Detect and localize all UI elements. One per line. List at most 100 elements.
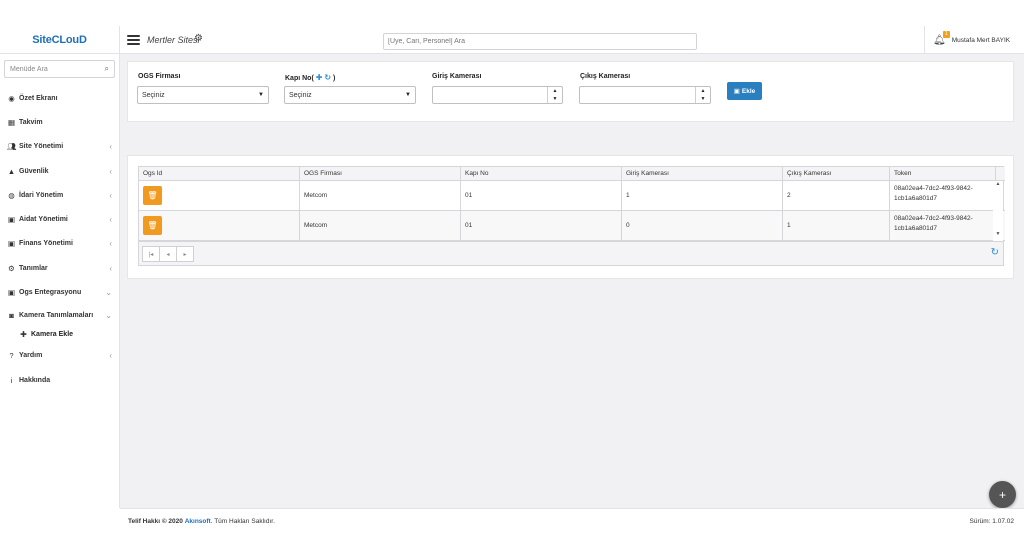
sidebar-item-kamera-tanimlamalari[interactable]: ◙ Kamera Tanımlamaları ⌄ xyxy=(0,305,120,326)
kapi-no-label-close: ) xyxy=(333,75,336,82)
global-search-input[interactable] xyxy=(383,33,697,50)
column-token[interactable]: Token xyxy=(890,167,996,180)
trash-icon: 🗑︎ xyxy=(147,191,158,200)
camera-icon: ◙ xyxy=(9,310,14,320)
first-page-icon[interactable]: |◂ xyxy=(142,246,160,262)
sidebar-item-kamera-ekle[interactable]: ✚ Kamera Ekle xyxy=(0,326,120,344)
grid-header: Ogs Id OGS Firması Kapı No Giriş Kameras… xyxy=(139,167,1005,181)
camera-form-panel: OGS Firması Seçiniz ▼ Kapı No( ✚ ↻ ) Seç… xyxy=(127,61,1014,122)
chevron-left-icon: ‹ xyxy=(109,166,112,176)
grid-scrollbar[interactable]: ▲ ▼ xyxy=(993,181,1003,241)
chevron-down-icon: ⌄ xyxy=(105,288,112,298)
search-icon[interactable]: ⌕ xyxy=(105,64,109,74)
chevron-left-icon: ‹ xyxy=(109,263,112,273)
cikis-kamerasi-input[interactable]: ▲ ▼ xyxy=(579,86,711,104)
money-icon: ▣ xyxy=(7,288,16,298)
lock-icon: ▲ xyxy=(7,166,16,176)
token-line: 1cb1a6a801d7 xyxy=(894,225,938,232)
stepper-up-icon[interactable]: ▲ xyxy=(696,87,710,95)
sidebar-item-ogs-entegrasyonu[interactable]: ▣ Ogs Entegrasyonu ⌄ xyxy=(0,280,120,304)
delete-button[interactable]: 🗑︎ xyxy=(143,186,162,205)
stepper-down-icon[interactable]: ▼ xyxy=(696,95,710,103)
giris-kamerasi-cell: 1 xyxy=(622,181,783,210)
table-row[interactable]: 🗑︎ Metcom 01 0 1 08a02ea4-7dc2-4f93-9842… xyxy=(139,211,1005,241)
sidebar-item-guvenlik[interactable]: ▲ Güvenlik ‹ xyxy=(0,159,120,183)
scroll-down-icon[interactable]: ▼ xyxy=(993,231,1003,237)
brand-link[interactable]: Akınsoft xyxy=(185,518,211,525)
menu-toggle-icon[interactable] xyxy=(127,35,140,45)
token-line: 1cb1a6a801d7 xyxy=(894,195,938,202)
gear-icon: ⚙ xyxy=(8,263,15,273)
calendar-icon: ▦ xyxy=(7,117,16,127)
add-fab-button[interactable]: + xyxy=(989,481,1016,508)
info-icon: i xyxy=(10,375,13,385)
token-cell: 08a02ea4-7dc2-4f93-9842- 1cb1a6a801d7 xyxy=(890,211,996,240)
logo-area[interactable]: SiteCLouD xyxy=(0,26,120,54)
giris-kamerasi-input[interactable]: ▲ ▼ xyxy=(432,86,563,104)
notification-badge: 1 xyxy=(942,30,950,38)
sidebar-item-label: Kamera Tanımlamaları xyxy=(19,311,94,319)
giris-kamerasi-cell: 0 xyxy=(622,211,783,240)
column-cikis-kamerasi[interactable]: Çıkış Kamerası xyxy=(783,167,890,180)
prev-page-icon[interactable]: ◂ xyxy=(159,246,177,262)
chevron-left-icon: ‹ xyxy=(109,215,112,225)
users-icon: 👥︎ xyxy=(6,142,17,152)
cikis-kamerasi-label: Çıkış Kamerası xyxy=(580,73,631,80)
logo: SiteCLouD xyxy=(32,34,87,46)
chevron-left-icon: ‹ xyxy=(109,239,112,249)
refresh-icon[interactable]: ↻ xyxy=(324,73,331,82)
sidebar-item-aidat-yonetimi[interactable]: ▣ Aidat Yönetimi ‹ xyxy=(0,207,120,231)
sidebar-nav: ◉ Özet Ekranı ▦ Takvim 👥︎ Site Yönetimi … xyxy=(0,86,120,392)
ogs-id-cell: 🗑︎ xyxy=(139,181,300,210)
delete-button[interactable]: 🗑︎ xyxy=(143,216,162,235)
user-name[interactable]: Mustafa Mert BAYIK xyxy=(952,37,1010,44)
column-giris-kamerasi[interactable]: Giriş Kamerası xyxy=(622,167,783,180)
plus-icon[interactable]: ✚ xyxy=(316,73,323,82)
trash-icon: 🗑︎ xyxy=(147,221,158,230)
kapi-no-select[interactable]: Seçiniz ▼ xyxy=(284,86,416,104)
money-icon: ▣ xyxy=(7,215,16,225)
sidebar-search-input[interactable]: Menüde Ara xyxy=(10,66,105,73)
table-row[interactable]: 🗑︎ Metcom 01 1 2 08a02ea4-7dc2-4f93-9842… xyxy=(139,181,1005,211)
sidebar-item-label: Site Yönetimi xyxy=(19,143,64,151)
ogs-firmasi-cell: Metcom xyxy=(300,181,461,210)
gear-icon[interactable]: ⚙ xyxy=(194,33,203,44)
user-area[interactable]: 🔔︎ 1 Mustafa Mert BAYIK xyxy=(924,26,1018,54)
token-line: 08a02ea4-7dc2-4f93-9842- xyxy=(894,215,973,222)
ogs-firmasi-select[interactable]: Seçiniz ▼ xyxy=(137,86,269,104)
kapi-no-cell: 01 xyxy=(461,181,622,210)
sidebar-item-label: İdari Yönetim xyxy=(19,191,64,199)
stepper-down-icon[interactable]: ▼ xyxy=(548,95,562,103)
sidebar-item-hakkinda[interactable]: i Hakkında xyxy=(0,368,120,392)
stepper-up-icon[interactable]: ▲ xyxy=(548,87,562,95)
sidebar-item-label: Güvenlik xyxy=(19,167,49,175)
column-kapi-no[interactable]: Kapı No xyxy=(461,167,622,180)
sidebar-search[interactable]: Menüde Ara ⌕ xyxy=(4,60,115,78)
top-bar: SiteCLouD Mertler Sitesi ⚙ 🔔︎1 Mustafa M… xyxy=(0,26,1024,54)
column-ogs-firmasi[interactable]: OGS Firması xyxy=(300,167,461,180)
sidebar-item-label: Kamera Ekle xyxy=(31,331,74,339)
sidebar-item-idari-yonetim[interactable]: ◍ İdari Yönetim ‹ xyxy=(0,183,120,207)
copyright-prefix: Telif Hakkı © 2020 xyxy=(128,518,183,525)
sidebar-item-finans-yonetimi[interactable]: ▣ Finans Yönetimi ‹ xyxy=(0,232,120,256)
sidebar-item-tanimlar[interactable]: ⚙ Tanımlar ‹ xyxy=(0,256,120,280)
giris-kamerasi-stepper[interactable]: ▲ ▼ xyxy=(547,87,562,103)
sidebar-item-takvim[interactable]: ▦ Takvim xyxy=(0,110,120,134)
giris-kamerasi-label: Giriş Kamerası xyxy=(432,73,482,80)
scroll-up-icon[interactable]: ▲ xyxy=(993,181,1003,187)
column-ogs-id[interactable]: Ogs Id xyxy=(139,167,300,180)
footer: Telif Hakkı © 2020 Akınsoft. Tüm Hakları… xyxy=(120,508,1024,534)
bell-icon[interactable]: 🔔︎ 1 xyxy=(933,30,950,46)
refresh-icon[interactable]: ↻ xyxy=(991,247,999,258)
sidebar-item-ozet-ekrani[interactable]: ◉ Özet Ekranı xyxy=(0,86,120,110)
sidebar-item-label: Tanımlar xyxy=(19,264,48,272)
camera-grid: Ogs Id OGS Firması Kapı No Giriş Kameras… xyxy=(138,166,1005,266)
sidebar-item-label: Takvim xyxy=(19,118,43,126)
next-page-icon[interactable]: ▸ xyxy=(176,246,194,262)
cikis-kamerasi-stepper[interactable]: ▲ ▼ xyxy=(695,87,710,103)
ogs-firmasi-value: Seçiniz xyxy=(142,91,165,99)
sidebar-item-site-yonetimi[interactable]: 👥︎ Site Yönetimi ‹ xyxy=(0,135,120,159)
sidebar-item-yardim[interactable]: ? Yardım ‹ xyxy=(0,344,120,368)
add-button[interactable]: ▣ Ekle xyxy=(727,82,762,100)
save-icon: ▣ xyxy=(733,88,740,95)
